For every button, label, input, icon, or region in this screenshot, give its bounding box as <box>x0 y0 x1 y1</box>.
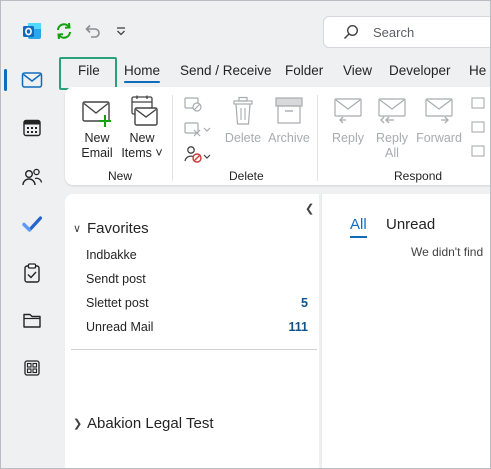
forward-button[interactable]: Forward <box>415 95 463 146</box>
ribbon-separator <box>317 95 318 181</box>
new-items-button[interactable]: New Items ˅ <box>120 95 164 161</box>
account-header[interactable]: ❯ Abakion Legal Test <box>73 415 213 432</box>
calendar-icon[interactable] <box>13 109 51 147</box>
forward-label: Forward <box>416 131 462 145</box>
sync-icon[interactable] <box>53 20 75 42</box>
ribbon-tabs: File Home Send / Receive Folder View Dev… <box>63 57 490 87</box>
ribbon: New Email New Items ˅ New Delete Archive… <box>65 87 490 185</box>
folder-name: Unread Mail <box>86 320 154 334</box>
new-email-button[interactable]: New Email <box>77 95 117 161</box>
new-email-label-line1: New <box>84 131 110 145</box>
chevron-down-icon: ∨ <box>73 223 82 235</box>
tab-help[interactable]: He <box>469 63 486 78</box>
favorites-label: Favorites <box>87 220 149 237</box>
folder-name: Indbakke <box>86 248 137 262</box>
chevron-right-icon: ❯ <box>73 418 83 430</box>
customize-quick-access-icon[interactable] <box>110 20 132 42</box>
outlook-window: Search File Home Send / Receive Folder V… <box>0 0 491 469</box>
delete-button[interactable]: Delete <box>223 95 263 146</box>
trash-icon <box>223 95 263 131</box>
folder-pane: ❮ ∨ Favorites Indbakke Sendt post Slette… <box>65 194 319 468</box>
folder-item-indbakke[interactable]: Indbakke <box>86 248 308 262</box>
tab-all[interactable]: All <box>350 216 367 238</box>
new-items-icon <box>120 95 164 131</box>
reply-label: Reply <box>332 131 364 145</box>
tab-home[interactable]: Home <box>124 63 161 83</box>
delete-label: Delete <box>224 131 262 145</box>
account-label: Abakion Legal Test <box>87 415 214 432</box>
file-tab-highlight <box>59 57 117 90</box>
empty-list-message: We didn't find <box>411 245 484 259</box>
tab-unread[interactable]: Unread <box>386 216 435 233</box>
folder-name: Slettet post <box>86 296 149 310</box>
reply-all-icon <box>373 95 411 131</box>
tab-folder[interactable]: Folder <box>285 63 323 78</box>
search-box[interactable]: Search <box>323 16 490 48</box>
new-email-icon <box>77 95 117 131</box>
archive-label: Archive <box>268 131 310 145</box>
forward-icon <box>415 95 463 131</box>
ignore-icon[interactable] <box>183 95 203 118</box>
collapse-pane-icon[interactable]: ❮ <box>305 202 314 215</box>
outlook-icon <box>21 20 43 42</box>
group-label-respond: Respond <box>394 169 443 183</box>
clean-up-icon[interactable] <box>183 120 213 143</box>
folder-item-unread-mail[interactable]: Unread Mail 111 <box>86 320 308 334</box>
archive-button[interactable]: Archive <box>266 95 312 146</box>
reply-icon <box>329 95 367 131</box>
reply-all-label-line1: Reply <box>376 131 408 145</box>
folder-icon[interactable] <box>13 301 51 339</box>
search-placeholder: Search <box>373 25 415 40</box>
new-items-label-line1: New <box>129 131 155 145</box>
undo-icon[interactable] <box>82 20 104 42</box>
navigation-rail <box>1 57 63 468</box>
favorites-header[interactable]: ∨ Favorites <box>73 220 149 237</box>
folder-divider <box>71 349 317 350</box>
todo-icon[interactable] <box>13 205 51 243</box>
unread-count: 111 <box>288 320 308 334</box>
apps-icon[interactable] <box>13 349 51 387</box>
unread-count: 5 <box>301 296 308 310</box>
search-icon <box>342 23 360 46</box>
ribbon-separator <box>172 95 173 181</box>
folder-item-slettet-post[interactable]: Slettet post 5 <box>86 296 308 310</box>
new-email-label-line2: Email <box>81 146 113 160</box>
title-bar: Search <box>1 1 490 57</box>
people-icon[interactable] <box>13 158 51 196</box>
reply-button[interactable]: Reply <box>329 95 367 146</box>
more-respond-icon[interactable] <box>469 95 487 172</box>
reply-all-label-line2: All <box>385 146 399 160</box>
new-items-label-line2: Items ˅ <box>121 146 163 160</box>
archive-icon <box>266 95 312 131</box>
group-label-delete: Delete <box>229 169 264 183</box>
mail-icon[interactable] <box>4 61 51 99</box>
junk-icon[interactable] <box>183 144 213 169</box>
tab-developer[interactable]: Developer <box>389 63 451 78</box>
tab-send-receive[interactable]: Send / Receive <box>180 63 272 78</box>
reply-all-button[interactable]: Reply All <box>373 95 411 161</box>
message-list: All Unread We didn't find <box>321 194 490 468</box>
tab-view[interactable]: View <box>343 63 372 78</box>
folder-name: Sendt post <box>86 272 146 286</box>
tasks-icon[interactable] <box>13 254 51 292</box>
folder-item-sendt-post[interactable]: Sendt post <box>86 272 308 286</box>
group-label-new: New <box>108 169 133 183</box>
